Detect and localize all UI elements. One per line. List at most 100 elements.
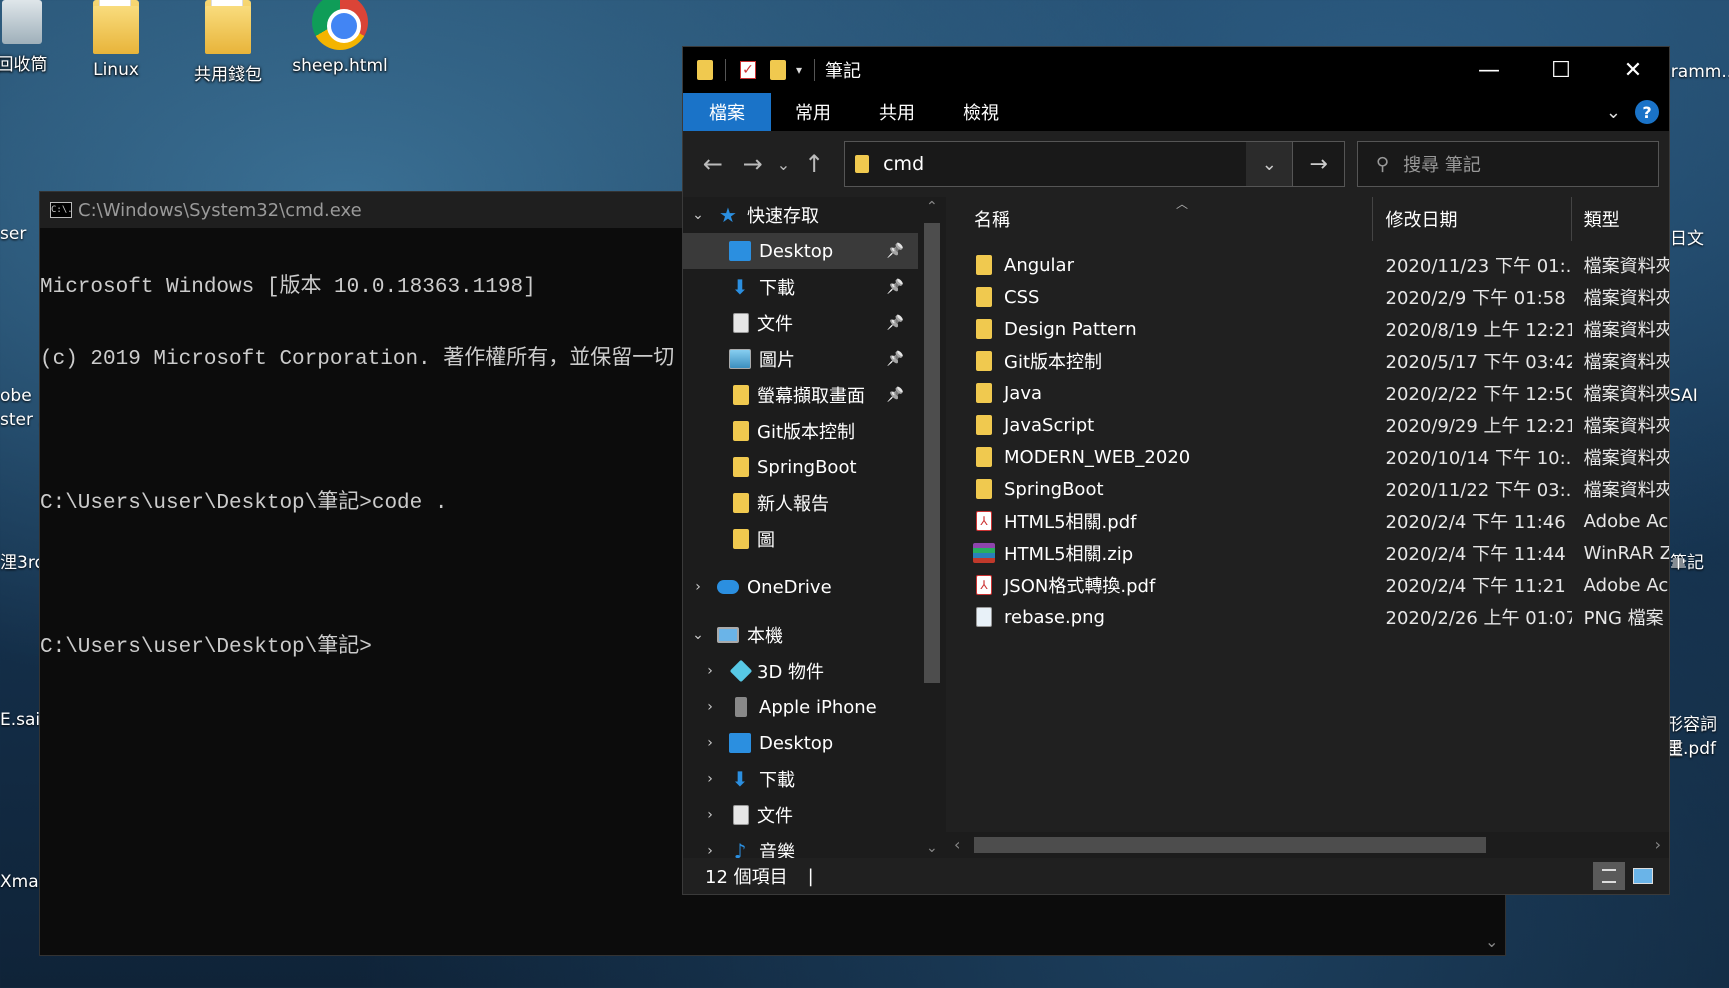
expand-chevron-icon[interactable]: › (701, 771, 719, 787)
column-header-type[interactable]: 類型 (1572, 197, 1669, 241)
sidebar-item[interactable]: › OneDrive (683, 569, 918, 605)
address-input[interactable]: cmd (883, 153, 1246, 175)
file-row[interactable]: HTML5相關.zip 2020/2/4 下午 11:44 WinRAR ZIP (946, 537, 1669, 569)
navigation-pane[interactable]: ⌄ ★ 快速存取 Desktop 📌 ⬇ 下載 📌 文件 📌 圖片 📌 螢幕擷取畫面 📌 Git版本控制 Sp… (683, 197, 918, 858)
file-row[interactable]: Angular 2020/11/23 下午 01:... 檔案資料夾 (946, 249, 1669, 281)
file-row[interactable]: Java 2020/2/22 下午 12:50 檔案資料夾 (946, 377, 1669, 409)
desktop-edge-label[interactable]: 里.pdf (1666, 734, 1716, 759)
desktop-icon-sheep-html[interactable]: sheep.html (290, 0, 390, 76)
expand-chevron-icon[interactable]: › (701, 735, 719, 751)
desktop-edge-label[interactable]: ser (0, 224, 26, 244)
file-row[interactable]: CSS 2020/2/9 下午 01:58 檔案資料夾 (946, 281, 1669, 313)
file-row[interactable]: ⅄ HTML5相關.pdf 2020/2/4 下午 11:46 Adobe Acrob… (946, 505, 1669, 537)
sidebar-item[interactable]: › ⬇ 下載 (683, 761, 918, 797)
sidebar-item[interactable]: ⬇ 下載 📌 (683, 269, 918, 305)
search-box[interactable]: ⚲ 搜尋 筆記 (1356, 141, 1659, 187)
file-name-cell[interactable]: rebase.png (946, 607, 1374, 628)
file-row[interactable]: ⅄ JSON格式轉換.pdf 2020/2/4 下午 11:21 Adobe Acro… (946, 569, 1669, 601)
scroll-up-icon[interactable]: ⌃ (926, 199, 938, 215)
file-name-cell[interactable]: Java (946, 383, 1374, 404)
column-header-name[interactable]: 名稱 (946, 197, 1374, 241)
file-row[interactable]: rebase.png 2020/2/26 上午 01:07 PNG 檔案 (946, 601, 1669, 633)
sidebar-item[interactable]: 圖 (683, 521, 918, 557)
address-dropdown-chevron-icon[interactable]: ⌄ (1246, 142, 1293, 186)
file-row[interactable]: Design Pattern 2020/8/19 上午 12:21 檔案資料夾 (946, 313, 1669, 345)
navigation-pane-scrollbar[interactable]: ⌃ ⌄ (918, 197, 946, 858)
expand-chevron-icon[interactable]: › (701, 807, 719, 823)
back-arrow-icon[interactable]: ← (693, 150, 733, 178)
sidebar-item[interactable]: › Desktop (683, 725, 918, 761)
sidebar-item[interactable]: 文件 📌 (683, 305, 918, 341)
sidebar-item[interactable]: ⌄ 本機 (683, 617, 918, 653)
expand-chevron-icon[interactable]: ⌄ (689, 627, 707, 643)
scroll-down-icon[interactable]: ⌄ (1485, 932, 1498, 951)
file-name-cell[interactable]: CSS (946, 287, 1374, 308)
forward-arrow-icon[interactable]: → (733, 150, 773, 178)
scroll-down-icon[interactable]: ⌄ (926, 840, 938, 856)
desktop-edge-label[interactable]: E.sai (0, 710, 40, 730)
file-name-cell[interactable]: Angular (946, 255, 1374, 276)
up-arrow-icon[interactable]: ↑ (794, 150, 834, 178)
scrollbar-thumb[interactable] (974, 837, 1486, 853)
sidebar-item[interactable]: › Apple iPhone (683, 689, 918, 725)
sidebar-item[interactable]: › 文件 (683, 797, 918, 833)
sidebar-item[interactable]: 新人報告 (683, 485, 918, 521)
file-name-cell[interactable]: ⅄ JSON格式轉換.pdf (946, 572, 1374, 598)
file-name-cell[interactable]: HTML5相關.zip (946, 540, 1374, 566)
sidebar-item[interactable]: ⌄ ★ 快速存取 (683, 197, 918, 233)
file-explorer-window[interactable]: ✓ ▾ 筆記 — ☐ ✕ 檔案 常用 共用 檢視 ⌄ ? ← → ⌄ ↑ cmd… (682, 46, 1670, 895)
file-name-cell[interactable]: SpringBoot (946, 479, 1374, 500)
sidebar-item[interactable]: 圖片 📌 (683, 341, 918, 377)
desktop-icon-linux[interactable]: Linux (66, 0, 166, 80)
sidebar-item[interactable]: › ♪ 音樂 (683, 833, 918, 858)
close-button[interactable]: ✕ (1597, 47, 1669, 93)
file-name-cell[interactable]: JavaScript (946, 415, 1374, 436)
file-row[interactable]: Git版本控制 2020/5/17 下午 03:42 檔案資料夾 (946, 345, 1669, 377)
go-arrow-icon[interactable]: → (1293, 141, 1345, 187)
expand-chevron-icon[interactable]: › (701, 843, 719, 858)
file-name-cell[interactable]: Git版本控制 (946, 348, 1374, 374)
new-folder-icon[interactable] (770, 60, 786, 80)
desktop-edge-label[interactable]: 筆記 (1670, 548, 1704, 573)
desktop-icon-shared-wallet[interactable]: 共用錢包 (178, 0, 278, 85)
file-row[interactable]: MODERN_WEB_2020 2020/10/14 下午 10:... 檔案資料夾 (946, 441, 1669, 473)
file-name-cell[interactable]: ⅄ HTML5相關.pdf (946, 508, 1374, 534)
file-list-pane[interactable]: ︿ 名稱 修改日期 類型 Angular 2020/11/23 下午 01:...… (946, 197, 1669, 858)
scroll-left-icon[interactable]: ‹ (954, 835, 960, 854)
tab-view[interactable]: 檢視 (939, 93, 1023, 131)
sidebar-item[interactable]: Desktop 📌 (683, 233, 918, 269)
tab-file[interactable]: 檔案 (683, 93, 771, 131)
desktop-edge-label[interactable]: SAI (1670, 386, 1698, 406)
maximize-button[interactable]: ☐ (1525, 47, 1597, 93)
file-name-cell[interactable]: Design Pattern (946, 319, 1374, 340)
scrollbar-thumb[interactable] (924, 223, 940, 683)
sidebar-item[interactable]: Git版本控制 (683, 413, 918, 449)
explorer-title-bar[interactable]: ✓ ▾ 筆記 — ☐ ✕ (683, 47, 1669, 93)
expand-chevron-icon[interactable]: › (689, 579, 707, 595)
recent-locations-chevron-icon[interactable]: ⌄ (773, 155, 795, 174)
file-row[interactable]: SpringBoot 2020/11/22 下午 03:... 檔案資料夾 (946, 473, 1669, 505)
quick-access-toolbar-dropdown-icon[interactable]: ▾ (796, 63, 802, 77)
sidebar-item[interactable]: › 3D 物件 (683, 653, 918, 689)
expand-chevron-icon[interactable]: › (701, 663, 719, 679)
tab-home[interactable]: 常用 (771, 93, 855, 131)
desktop-edge-label[interactable]: gramm... (1660, 62, 1729, 82)
file-name-cell[interactable]: MODERN_WEB_2020 (946, 447, 1374, 468)
tab-share[interactable]: 共用 (855, 93, 939, 131)
minimize-button[interactable]: — (1453, 47, 1525, 93)
horizontal-scrollbar[interactable]: ‹ › (946, 832, 1669, 858)
expand-chevron-icon[interactable]: › (701, 699, 719, 715)
large-icons-view-button[interactable] (1627, 862, 1659, 890)
expand-chevron-icon[interactable]: ⌄ (689, 207, 707, 223)
column-header-date-modified[interactable]: 修改日期 (1373, 197, 1572, 241)
sidebar-item[interactable]: SpringBoot (683, 449, 918, 485)
sidebar-item[interactable]: 螢幕擷取畫面 📌 (683, 377, 918, 413)
address-bar[interactable]: cmd ⌄ (844, 141, 1294, 187)
scroll-right-icon[interactable]: › (1655, 835, 1661, 854)
desktop-edge-label[interactable]: obe (0, 386, 32, 406)
help-icon[interactable]: ? (1635, 100, 1659, 124)
properties-icon[interactable]: ✓ (740, 61, 756, 79)
file-row[interactable]: JavaScript 2020/9/29 上午 12:21 檔案資料夾 (946, 409, 1669, 441)
details-view-button[interactable] (1593, 862, 1625, 890)
search-input[interactable]: 搜尋 筆記 (1403, 151, 1481, 177)
